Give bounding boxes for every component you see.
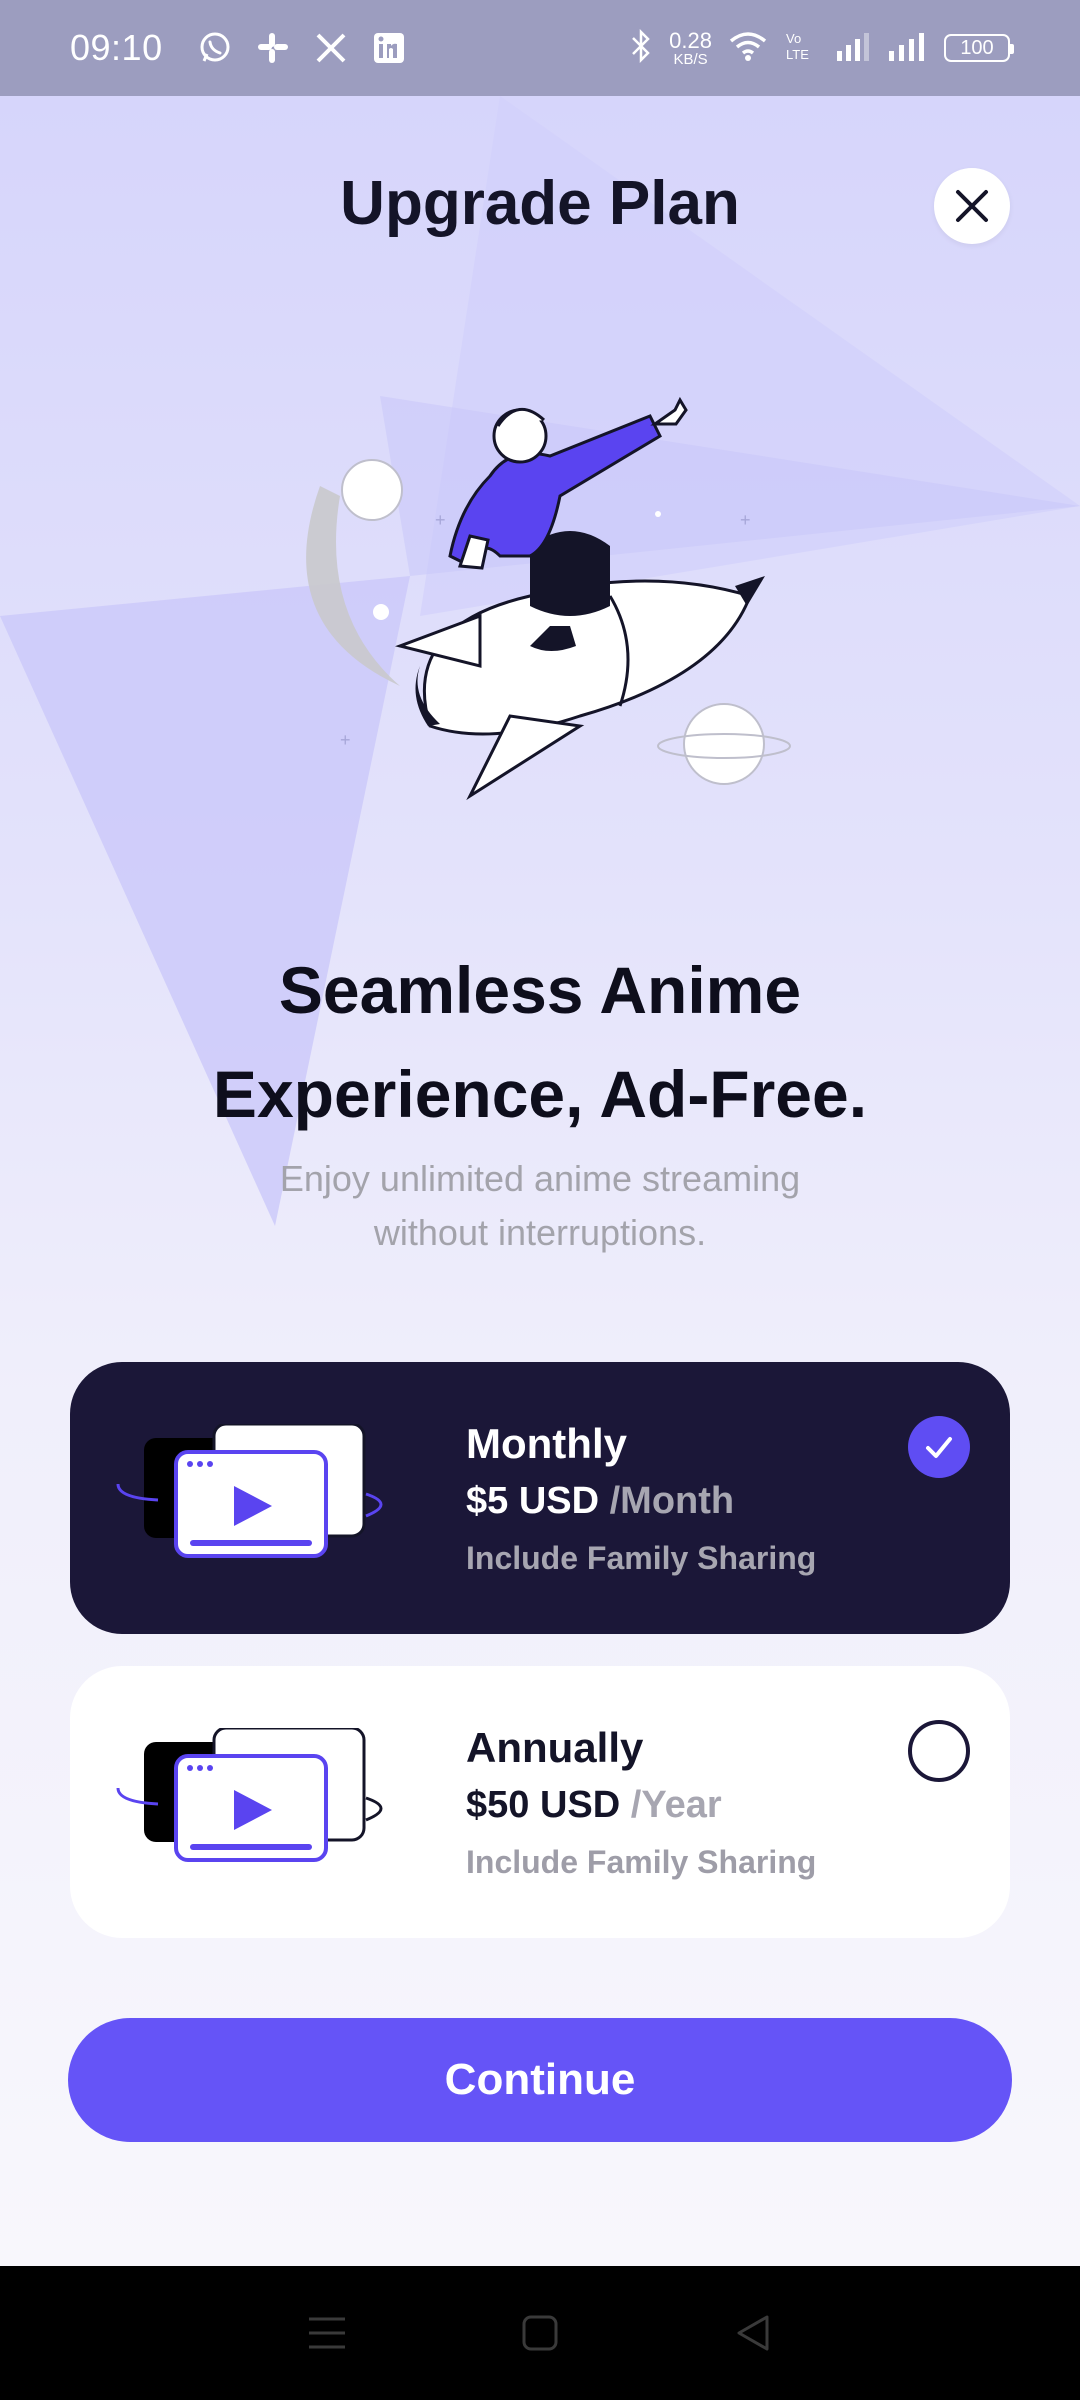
- plan-extra: Include Family Sharing: [466, 1844, 817, 1880]
- upgrade-plan-screen: Upgrade Plan + + + Seamless Anime Experi…: [0, 96, 1080, 2266]
- subtext-line-2: without interruptions.: [373, 1212, 707, 1253]
- whatsapp-icon: [197, 30, 233, 66]
- plan-amount: $50 USD: [466, 1784, 621, 1826]
- plan-card-monthly[interactable]: Monthly $5 USD /Month Include Family Sha…: [70, 1362, 1010, 1634]
- status-right: 0.28 KB/S Vo LTE 100: [629, 27, 1014, 68]
- svg-text:+: +: [340, 730, 351, 750]
- continue-button[interactable]: Continue: [68, 2018, 1012, 2142]
- plan-period: /Year: [630, 1784, 722, 1826]
- plan-name: Monthly: [466, 1420, 627, 1467]
- system-nav-bar: [0, 2266, 1080, 2400]
- status-bar: 09:10 0.28 KB/S Vo LTE 100: [0, 0, 1080, 96]
- plan-amount: $5 USD: [466, 1480, 600, 1522]
- volte-icon: Vo LTE: [784, 29, 820, 68]
- plan-radio-checked[interactable]: [908, 1416, 970, 1478]
- status-app-icons: [197, 30, 407, 66]
- linkedin-icon: [371, 30, 407, 66]
- video-player-icon: [116, 1728, 383, 1862]
- network-speed-value: 0.28: [669, 27, 712, 53]
- headline-line-2: Experience, Ad-Free.: [212, 1057, 868, 1131]
- menu-icon: [308, 2317, 345, 2349]
- headline: Seamless Anime Experience, Ad-Free.: [60, 938, 1020, 1146]
- home-nav-button[interactable]: [510, 2303, 570, 2363]
- rocket-illustration: + + +: [306, 396, 791, 801]
- x-icon: [313, 30, 349, 66]
- menu-nav-button[interactable]: [297, 2303, 357, 2363]
- plan-price: $50 USD /Year: [466, 1784, 722, 1827]
- check-icon: [926, 1437, 952, 1458]
- signal-icon-1: [836, 31, 872, 66]
- subtext-line-1: Enjoy unlimited anime streaming: [279, 1158, 801, 1199]
- headline-line-1: Seamless Anime: [278, 953, 802, 1027]
- close-icon: [956, 190, 988, 222]
- subtext: Enjoy unlimited anime streaming without …: [180, 1152, 900, 1260]
- plan-card-annually[interactable]: Annually $50 USD /Year Include Family Sh…: [70, 1666, 1010, 1938]
- plan-name: Annually: [466, 1724, 644, 1771]
- network-speed: 0.28 KB/S: [669, 27, 712, 68]
- svg-text:+: +: [740, 510, 751, 530]
- wifi-icon: [728, 30, 768, 67]
- back-triangle-icon: [737, 2315, 769, 2351]
- plan-price: $5 USD /Month: [466, 1480, 734, 1523]
- video-player-icon: [116, 1424, 383, 1558]
- svg-text:Vo: Vo: [786, 31, 801, 46]
- plan-period: /Month: [609, 1480, 735, 1522]
- bluetooth-icon: [629, 28, 653, 68]
- plan-radio-unchecked[interactable]: [908, 1720, 970, 1782]
- page-title: Upgrade Plan: [340, 169, 740, 238]
- plan-extra: Include Family Sharing: [466, 1540, 817, 1576]
- close-button[interactable]: [934, 168, 1010, 244]
- back-nav-button[interactable]: [723, 2303, 783, 2363]
- signal-icon-2: [888, 31, 928, 66]
- status-time: 09:10: [70, 27, 163, 68]
- svg-text:LTE: LTE: [786, 47, 809, 62]
- home-square-icon: [522, 2315, 558, 2351]
- network-speed-unit: KB/S: [673, 50, 708, 68]
- battery-indicator: 100: [944, 34, 1014, 62]
- svg-text:+: +: [435, 510, 446, 530]
- slack-icon: [255, 30, 291, 66]
